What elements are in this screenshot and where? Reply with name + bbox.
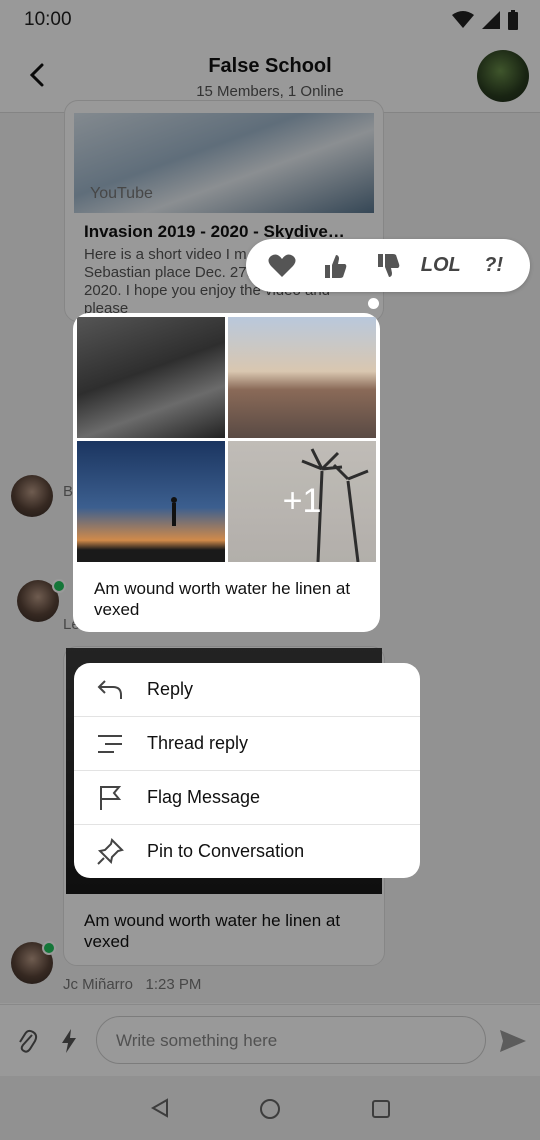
- lol-label: LOL: [420, 254, 461, 276]
- reaction-picker: LOL ?!: [246, 239, 530, 292]
- reaction-pointer: [368, 298, 379, 309]
- menu-item-reply[interactable]: Reply: [74, 663, 420, 717]
- menu-item-label: Flag Message: [147, 787, 261, 807]
- pin-icon: [96, 837, 124, 866]
- menu-item-flag[interactable]: Flag Message: [74, 771, 420, 825]
- heart-icon[interactable]: [263, 247, 301, 285]
- message-text: Am wound worth water he linen at vexed: [94, 579, 351, 619]
- flag-icon: [96, 784, 124, 812]
- photo-thumbnail[interactable]: [228, 317, 376, 438]
- more-photos-count[interactable]: +1: [228, 441, 376, 562]
- reply-icon: [96, 676, 124, 704]
- lol-icon[interactable]: LOL: [420, 247, 461, 285]
- thumbs-up-icon[interactable]: [316, 247, 354, 285]
- menu-item-thread-reply[interactable]: Thread reply: [74, 717, 420, 771]
- interrobang-label: ?!: [484, 254, 504, 276]
- menu-item-label: Pin to Conversation: [147, 841, 305, 861]
- thumbs-down-icon[interactable]: [369, 247, 407, 285]
- thread-icon: [96, 730, 124, 758]
- menu-item-label: Reply: [147, 679, 194, 699]
- menu-item-label: Thread reply: [147, 733, 249, 753]
- photo-thumbnail[interactable]: [77, 317, 225, 438]
- interrobang-icon[interactable]: ?!: [475, 247, 513, 285]
- menu-item-pin[interactable]: Pin to Conversation: [74, 825, 420, 878]
- highlighted-message: +1 Am wound worth water he linen at vexe…: [73, 313, 380, 632]
- photo-thumbnail[interactable]: [77, 441, 225, 562]
- message-action-menu: Reply Thread reply Flag Message Pin to C…: [74, 663, 420, 878]
